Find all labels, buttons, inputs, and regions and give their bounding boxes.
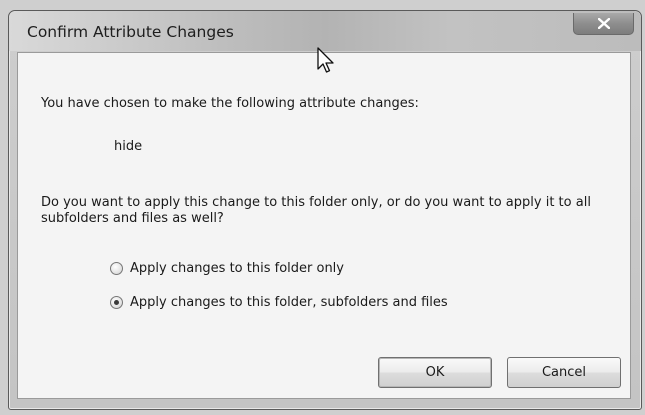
cancel-button[interactable]: Cancel bbox=[507, 357, 621, 388]
close-icon bbox=[598, 18, 610, 29]
dialog-title: Confirm Attribute Changes bbox=[27, 23, 234, 41]
radio-folder-subfolders-files[interactable] bbox=[110, 296, 123, 309]
option-label[interactable]: Apply changes to this folder, subfolders… bbox=[130, 295, 448, 310]
option-folder-subfolders-files[interactable]: Apply changes to this folder, subfolders… bbox=[110, 295, 448, 310]
attribute-change-value: hide bbox=[114, 139, 143, 154]
option-label[interactable]: Apply changes to this folder only bbox=[130, 261, 344, 276]
ok-button[interactable]: OK bbox=[378, 357, 492, 388]
dialog-content: You have chosen to make the following at… bbox=[17, 52, 631, 399]
title-bar[interactable]: Confirm Attribute Changes bbox=[9, 11, 641, 51]
close-button[interactable] bbox=[573, 13, 634, 35]
question-text: Do you want to apply this change to this… bbox=[41, 195, 591, 226]
radio-this-folder-only[interactable] bbox=[110, 262, 123, 275]
intro-text: You have chosen to make the following at… bbox=[41, 96, 419, 111]
option-this-folder-only[interactable]: Apply changes to this folder only bbox=[110, 261, 344, 276]
mouse-pointer-icon bbox=[317, 47, 334, 73]
